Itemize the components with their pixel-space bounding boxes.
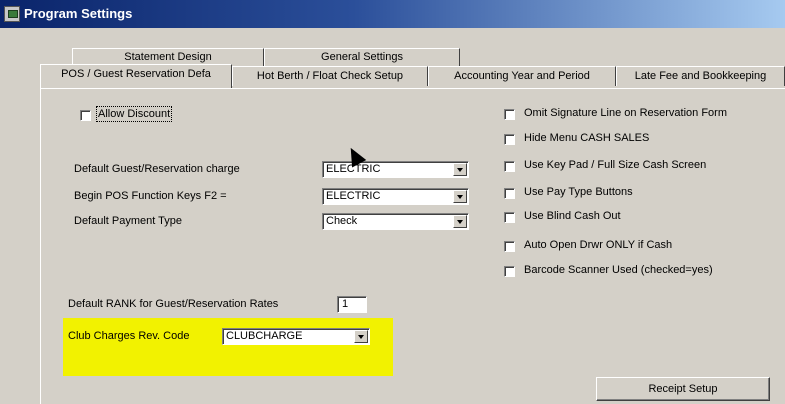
default-guest-charge-label: Default Guest/Reservation charge xyxy=(74,163,240,175)
hide-cash-sales-label: Hide Menu CASH SALES xyxy=(524,132,650,144)
begin-pos-keys-value: ELECTRIC xyxy=(326,190,381,202)
chevron-down-icon[interactable] xyxy=(354,330,368,343)
default-rank-label: Default RANK for Guest/Reservation Rates xyxy=(68,298,279,310)
hide-cash-sales-checkbox[interactable] xyxy=(504,134,515,145)
omit-signature-checkbox[interactable] xyxy=(504,109,515,120)
omit-signature-label: Omit Signature Line on Reservation Form xyxy=(524,107,727,119)
default-payment-label: Default Payment Type xyxy=(74,215,183,227)
default-rank-input[interactable]: 1 xyxy=(337,296,367,313)
auto-open-drawer-checkbox[interactable] xyxy=(504,241,515,252)
key-pad-checkbox[interactable] xyxy=(504,161,515,172)
begin-pos-keys-select[interactable]: ELECTRIC xyxy=(322,188,469,205)
tab-accounting-year-period[interactable]: Accounting Year and Period xyxy=(428,66,616,86)
key-pad-label: Use Key Pad / Full Size Cash Screen xyxy=(524,159,707,171)
barcode-scanner-checkbox[interactable] xyxy=(504,266,515,277)
begin-pos-keys-label: Begin POS Function Keys F2 = xyxy=(74,190,227,202)
allow-discount-label: Allow Discount xyxy=(95,106,173,122)
chevron-down-icon[interactable] xyxy=(453,190,467,203)
pay-type-buttons-checkbox[interactable] xyxy=(504,188,515,199)
chevron-down-icon[interactable] xyxy=(453,215,467,228)
default-guest-charge-select[interactable]: ELECTRIC xyxy=(322,161,469,178)
window-title: Program Settings xyxy=(24,6,133,21)
tab-hot-berth-float-check[interactable]: Hot Berth / Float Check Setup xyxy=(232,66,428,86)
chevron-down-icon[interactable] xyxy=(453,163,467,176)
blind-cash-out-checkbox[interactable] xyxy=(504,212,515,223)
default-payment-select[interactable]: Check xyxy=(322,213,469,230)
pay-type-buttons-label: Use Pay Type Buttons xyxy=(524,186,633,198)
allow-discount-checkbox[interactable] xyxy=(80,110,91,121)
club-charges-value: CLUBCHARGE xyxy=(226,330,303,342)
tab-pos-guest-reservation[interactable]: POS / Guest Reservation Defa xyxy=(40,64,232,88)
club-charges-select[interactable]: CLUBCHARGE xyxy=(222,328,370,345)
auto-open-drawer-label: Auto Open Drwr ONLY if Cash xyxy=(524,239,673,251)
blind-cash-out-label: Use Blind Cash Out xyxy=(524,210,621,222)
tab-late-fee-bookkeeping[interactable]: Late Fee and Bookkeeping xyxy=(616,66,785,86)
default-payment-value: Check xyxy=(326,215,358,227)
app-icon[interactable] xyxy=(4,6,20,22)
tab-general-settings[interactable]: General Settings xyxy=(264,48,460,66)
club-charges-label: Club Charges Rev. Code xyxy=(68,330,190,342)
program-settings-window: Program Settings Statement Design Genera… xyxy=(0,0,785,404)
barcode-scanner-label: Barcode Scanner Used (checked=yes) xyxy=(524,264,713,276)
highlight-box xyxy=(63,318,393,376)
receipt-setup-button[interactable]: Receipt Setup xyxy=(596,377,770,401)
title-bar[interactable]: Program Settings xyxy=(0,0,785,28)
